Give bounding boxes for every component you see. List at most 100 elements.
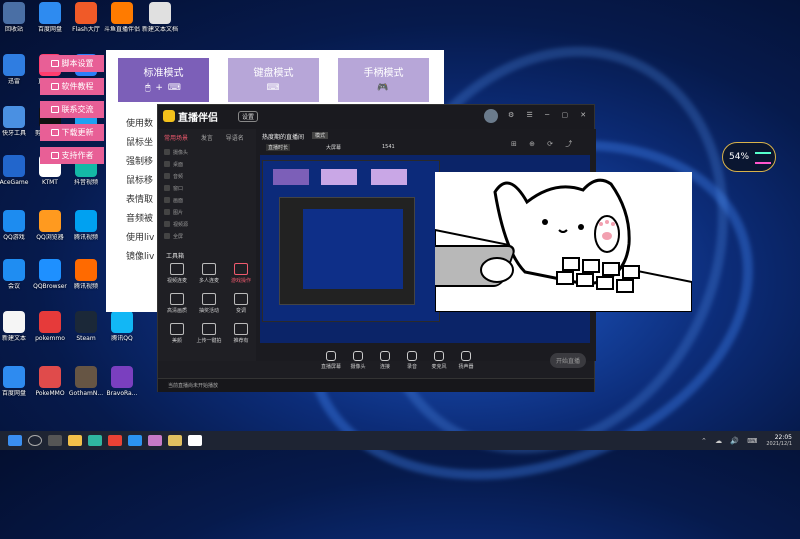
desktop-app-icon (75, 311, 97, 334)
tool-button[interactable]: 美颜 (162, 323, 192, 344)
source-row[interactable]: 窗口 (164, 183, 250, 193)
source-icon (164, 161, 170, 167)
source-row[interactable]: 音频 (164, 171, 250, 181)
source-row[interactable]: 桌面 (164, 159, 250, 169)
start-icon[interactable] (8, 435, 22, 446)
desktop-icon-label: 腾讯视频 (73, 234, 98, 241)
bottom-control[interactable]: 扬声器 (453, 351, 479, 370)
source-row[interactable]: 图片 (164, 207, 250, 217)
mode-standard-button[interactable]: 标准模式 🖱 + ⌨ (118, 58, 209, 102)
bottom-control-label: 直播屏幕 (320, 364, 341, 370)
bottom-control[interactable]: 摄像头 (345, 351, 371, 370)
bottom-control[interactable]: 连接 (372, 351, 398, 370)
bottom-control[interactable]: 录音 (399, 351, 425, 370)
setting-item[interactable]: 表情取 (126, 192, 153, 205)
source-label: 窗口 (173, 185, 184, 192)
panel-item-label: 下载更新 (61, 128, 94, 137)
tool-icon (234, 263, 248, 275)
bottom-control-label: 录音 (406, 364, 417, 370)
desktop-app-icon (3, 2, 25, 24)
desktop-app-icon (111, 311, 133, 334)
bottom-control[interactable]: 麦克风 (426, 351, 452, 370)
source-row[interactable]: 视频源 (164, 219, 250, 229)
tool-button[interactable]: 高清画质 (162, 293, 192, 314)
setting-item[interactable]: 强制移 (126, 154, 153, 167)
tool-button[interactable]: 上传一键拍 (194, 323, 224, 344)
cat-icon[interactable] (188, 435, 202, 446)
app-icon-2[interactable] (168, 435, 182, 446)
setting-item[interactable]: 使用数 (126, 116, 153, 129)
scene-tag[interactable]: 模式 (312, 132, 329, 139)
clock-date[interactable]: 2021/12/1 (766, 441, 792, 448)
tab-names[interactable]: 导语名 (226, 133, 244, 142)
side-panel-item[interactable]: 联系交流 (40, 101, 104, 118)
toolbar-icons[interactable]: ⊞ ⊕ ⟳ ⤴ (511, 139, 577, 149)
bottom-control[interactable]: 直播屏幕 (318, 351, 344, 370)
clock-time[interactable]: 22:05 (766, 434, 792, 441)
setting-item[interactable]: 鼠标移 (126, 173, 153, 186)
tool-icon (170, 293, 184, 305)
tool-button[interactable]: 变调 (226, 293, 256, 314)
desktop-icon[interactable]: 腾讯视频 (60, 259, 112, 291)
qq-icon[interactable] (128, 435, 142, 446)
side-panel-item[interactable]: 下载更新 (40, 124, 104, 141)
app-logo-icon (163, 110, 175, 122)
gauge-value: 54% (729, 152, 750, 162)
desktop-icon[interactable]: 腾讯QQ (96, 311, 148, 343)
performance-gauge[interactable]: 54% (722, 142, 776, 172)
settings-badge[interactable]: 设置 (238, 111, 259, 122)
tool-button[interactable]: 多人连麦 (194, 263, 224, 284)
tool-icon (234, 323, 248, 335)
gamepad-icon: 🎮 (377, 83, 390, 93)
avatar[interactable] (484, 109, 498, 123)
tab-comments[interactable]: 发言 (201, 133, 213, 142)
app-titlebar: 直播伴侣 设置 ⚙ ☰ ─ ▢ ✕ (158, 105, 594, 129)
tool-icon (202, 293, 216, 305)
edge-icon[interactable] (88, 435, 102, 446)
desktop-app-icon (111, 2, 133, 24)
tool-button[interactable]: 抽奖活动 (194, 293, 224, 314)
desktop-app-icon (3, 259, 25, 282)
tray-icons[interactable]: ⌃ ☁ 🔊 ⌨ (701, 437, 760, 445)
folder-icon[interactable] (68, 435, 82, 446)
tool-button[interactable]: 游戏操作 (226, 263, 256, 284)
go-live-button[interactable]: 开始直播 (550, 353, 587, 368)
source-label: 图片 (173, 209, 184, 216)
side-panel-item[interactable]: 脚本设置 (40, 55, 104, 72)
app-title: 直播伴侣 (178, 113, 218, 124)
bongo-cat-icon (402, 178, 693, 313)
taskview-icon[interactable] (48, 435, 62, 446)
chrome-icon[interactable] (108, 435, 122, 446)
window-controls[interactable]: ⚙ ☰ ─ ▢ ✕ (508, 111, 591, 119)
bottom-control-icon (407, 351, 417, 361)
tool-button[interactable]: 视频连麦 (162, 263, 192, 284)
panel-item-label: 支持作者 (61, 151, 94, 160)
setting-item[interactable]: 鼠标坐 (126, 135, 153, 148)
desktop-app-icon (3, 54, 25, 76)
source-icon (164, 149, 170, 155)
setting-item[interactable]: 镜像liv (126, 249, 154, 262)
panel-item-label: 脚本设置 (61, 59, 94, 68)
search-icon[interactable] (28, 435, 42, 446)
tool-icon (234, 293, 248, 305)
setting-item[interactable]: 使用liv (126, 230, 154, 243)
desktop-icon[interactable]: 腾讯视频 (60, 210, 112, 242)
tool-button[interactable]: 推荐有 (226, 323, 256, 344)
desktop-app-icon (3, 311, 25, 334)
tab-scenes[interactable]: 常用场景 (164, 133, 188, 142)
source-row[interactable]: 全屏 (164, 231, 250, 241)
desktop-icon[interactable]: BravoRa... (96, 366, 148, 398)
setting-item[interactable]: 音频被 (126, 211, 153, 224)
app-icon[interactable] (148, 435, 162, 446)
side-panel-item[interactable]: 软件教程 (40, 78, 104, 95)
tool-icon (202, 263, 216, 275)
mode-gamepad-button[interactable]: 手柄模式 🎮 (338, 58, 429, 102)
mode-keyboard-button[interactable]: 键盘模式 ⌨ (228, 58, 319, 102)
bottom-control-label: 连接 (379, 364, 390, 370)
source-row[interactable]: 画面 (164, 195, 250, 205)
source-row[interactable]: 摄像头 (164, 147, 250, 157)
bottom-control-label: 麦克风 (431, 364, 447, 370)
desktop-icon[interactable]: 新建文本文档 (134, 2, 186, 34)
side-panel-item[interactable]: 支持作者 (40, 147, 104, 164)
source-label: 视频源 (173, 221, 189, 228)
